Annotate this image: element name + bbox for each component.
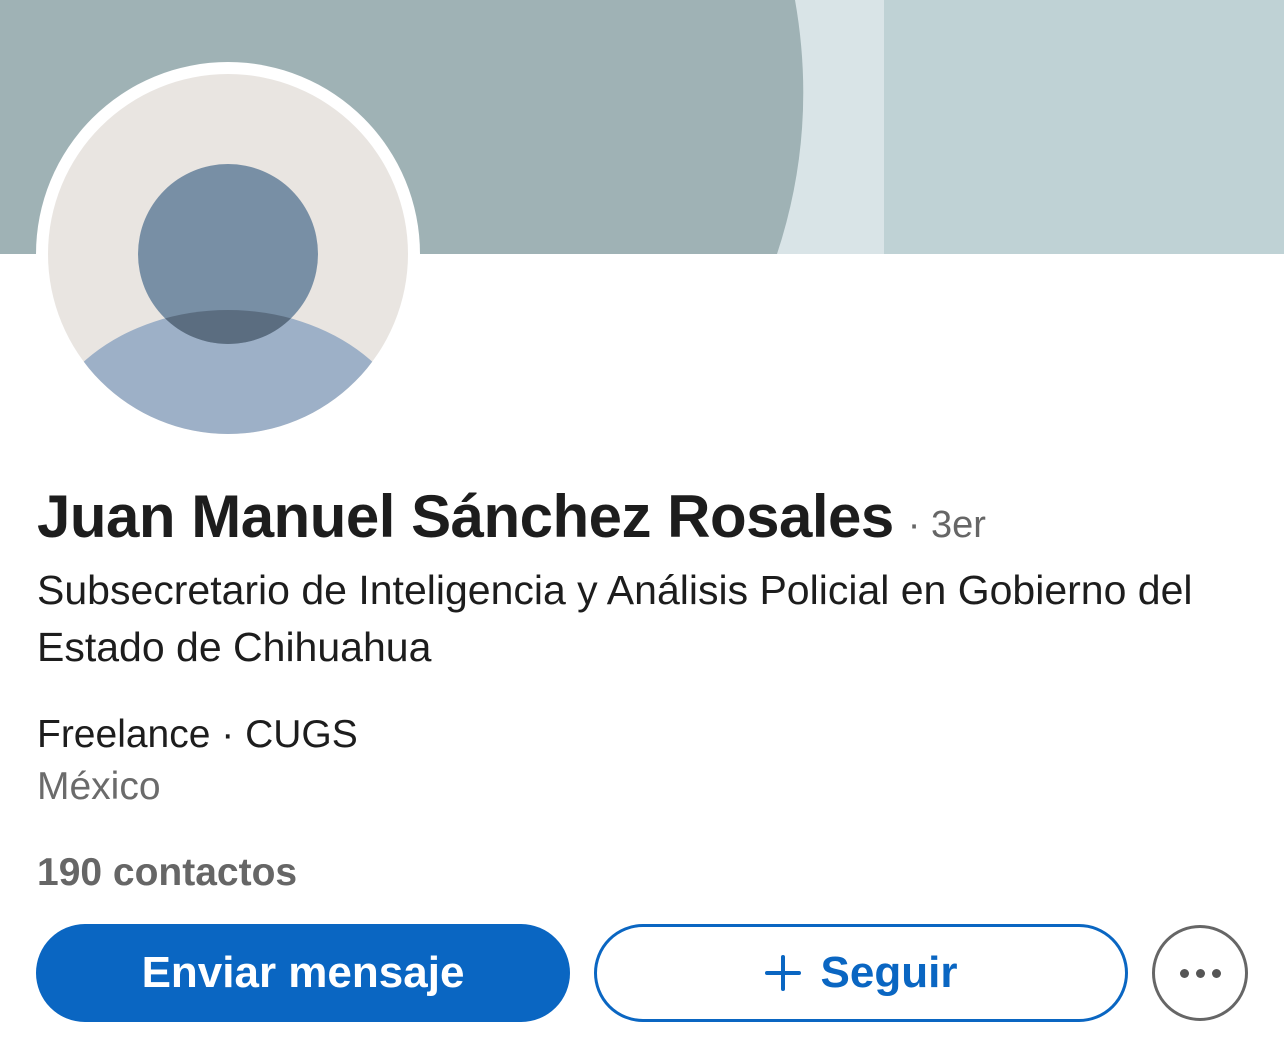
company-line[interactable]: Freelance · CUGS (37, 713, 358, 757)
connection-degree: · 3er (907, 504, 986, 546)
send-message-label: Enviar mensaje (141, 948, 465, 997)
more-horizontal-icon (1179, 968, 1221, 978)
default-person-icon (48, 74, 408, 434)
more-options-button[interactable] (1152, 925, 1248, 1021)
name-row: Juan Manuel Sánchez Rosales · 3er (37, 482, 986, 551)
profile-name: Juan Manuel Sánchez Rosales (37, 483, 894, 550)
send-message-button[interactable]: Enviar mensaje (36, 924, 570, 1022)
profile-headline: Subsecretario de Inteligencia y Análisis… (37, 567, 1193, 670)
plus-icon (764, 955, 801, 991)
connections-count[interactable]: 190 contactos (37, 851, 297, 895)
profile-avatar[interactable] (36, 62, 420, 446)
follow-button[interactable]: Seguir (594, 924, 1128, 1022)
follow-label: Seguir (820, 948, 958, 997)
profile-location: México (37, 765, 161, 808)
